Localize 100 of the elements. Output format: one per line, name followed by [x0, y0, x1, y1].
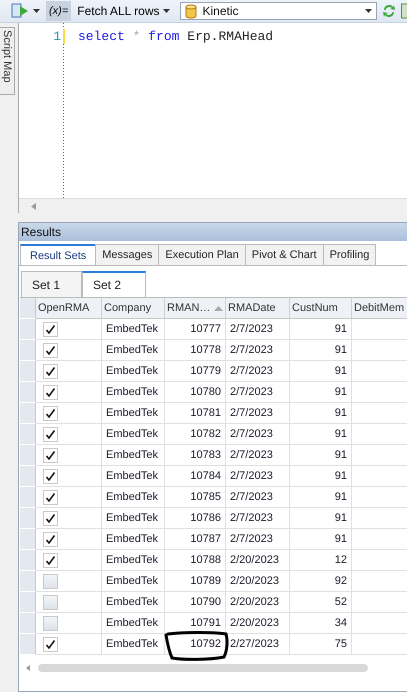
table-cell: EmbedTek — [102, 340, 165, 361]
row-header[interactable] — [20, 634, 36, 655]
left-arrow-icon[interactable] — [26, 665, 30, 671]
column-header[interactable]: Company — [102, 298, 165, 319]
caret-icon[interactable] — [33, 9, 40, 13]
table-cell: EmbedTek — [102, 361, 165, 382]
row-header[interactable] — [20, 340, 36, 361]
checkbox[interactable] — [43, 406, 58, 420]
row-header[interactable] — [20, 529, 36, 550]
tab[interactable]: Set 1 — [21, 271, 82, 297]
row-header[interactable] — [20, 613, 36, 634]
table-cell: 2/20/2023 — [226, 592, 290, 613]
tab[interactable]: Set 2 — [82, 271, 146, 297]
horizontal-scrollbar[interactable] — [19, 198, 407, 213]
table-cell: 2/7/2023 — [226, 361, 290, 382]
fetch-mode-dropdown[interactable]: Fetch ALL rows — [75, 4, 172, 18]
caret-icon — [162, 9, 170, 13]
checkbox[interactable] — [43, 636, 58, 652]
table-cell: EmbedTek — [102, 466, 165, 487]
checkbox[interactable] — [43, 574, 58, 588]
row-header[interactable] — [20, 508, 36, 529]
table-cell: 2/7/2023 — [226, 529, 290, 550]
tab[interactable]: Pivot & Chart — [244, 244, 324, 265]
table-cell: 2/7/2023 — [226, 403, 290, 424]
table-cell: 2/7/2023 — [226, 466, 290, 487]
checkbox[interactable] — [43, 510, 58, 526]
checkbox[interactable] — [43, 322, 58, 336]
run-script-icon[interactable] — [11, 3, 29, 19]
row-header[interactable] — [20, 466, 36, 487]
table-cell: EmbedTek — [102, 550, 165, 571]
table-cell: EmbedTek — [102, 634, 165, 655]
row-header[interactable] — [20, 445, 36, 466]
row-header[interactable] — [20, 550, 36, 571]
row-header[interactable] — [20, 424, 36, 445]
table-cell: 2/27/2023 — [226, 634, 290, 655]
refresh-icon[interactable] — [381, 3, 397, 19]
scrollbar-thumb[interactable] — [38, 664, 368, 672]
table-cell: 10777 — [165, 319, 226, 340]
table-cell: 2/7/2023 — [226, 445, 290, 466]
table-cell: EmbedTek — [102, 382, 165, 403]
table-cell: 75 — [290, 634, 352, 655]
row-header[interactable] — [20, 592, 36, 613]
code-editor[interactable]: 1 select * from Erp.RMAHead — [18, 23, 407, 213]
table-cell: 10792 — [165, 634, 226, 655]
left-arrow-icon[interactable] — [31, 202, 36, 210]
script-map-tab[interactable]: Script Map — [0, 27, 15, 95]
table-cell: 91 — [290, 361, 352, 382]
row-header[interactable] — [20, 382, 36, 403]
table-cell: 2/7/2023 — [226, 319, 290, 340]
tab[interactable]: Execution Plan — [158, 244, 246, 265]
table-cell: EmbedTek — [102, 487, 165, 508]
checkbox[interactable] — [43, 384, 58, 400]
database-name: Kinetic — [202, 4, 240, 18]
panel-icon[interactable] — [401, 3, 407, 19]
checkbox[interactable] — [43, 616, 58, 630]
checkbox[interactable] — [43, 594, 58, 610]
row-header[interactable] — [20, 319, 36, 340]
table-cell: 10781 — [165, 403, 226, 424]
checkbox[interactable] — [43, 426, 58, 442]
table-cell: EmbedTek — [102, 571, 165, 592]
checkbox[interactable] — [43, 552, 58, 568]
column-header[interactable]: DebitMem — [352, 298, 407, 319]
table-cell: 10787 — [165, 529, 226, 550]
table-cell: 91 — [290, 319, 352, 340]
table-cell: 91 — [290, 382, 352, 403]
tab[interactable]: Profiling — [322, 244, 376, 265]
table-cell: EmbedTek — [102, 592, 165, 613]
table-cell: EmbedTek — [102, 529, 165, 550]
panel-title: Results — [19, 223, 407, 241]
column-header[interactable]: OpenRMA — [36, 298, 102, 319]
table-cell: EmbedTek — [102, 508, 165, 529]
column-header[interactable]: RMADate — [226, 298, 290, 319]
row-header[interactable] — [20, 487, 36, 508]
table-cell: 10786 — [165, 508, 226, 529]
checkbox[interactable] — [43, 448, 58, 462]
checkbox[interactable] — [43, 364, 58, 378]
table-cell: 91 — [290, 445, 352, 466]
table-cell: 91 — [290, 340, 352, 361]
tab[interactable]: Result Sets — [20, 244, 96, 265]
tab[interactable]: Messages — [95, 244, 160, 265]
table-cell: 2/20/2023 — [226, 550, 290, 571]
table-cell: 91 — [290, 487, 352, 508]
variables-button[interactable]: (x)= — [46, 1, 72, 21]
column-header[interactable]: RMAN… — [165, 298, 226, 319]
table-cell: 2/7/2023 — [226, 382, 290, 403]
checkbox[interactable] — [43, 468, 58, 484]
table-cell: 10785 — [165, 487, 226, 508]
row-header[interactable] — [20, 361, 36, 382]
table-cell: 2/20/2023 — [226, 613, 290, 634]
table-cell: 2/7/2023 — [226, 487, 290, 508]
database-dropdown[interactable]: Kinetic — [180, 2, 377, 20]
table-cell: 2/7/2023 — [226, 424, 290, 445]
table-cell: 91 — [290, 466, 352, 487]
table-cell: EmbedTek — [102, 613, 165, 634]
checkbox[interactable] — [43, 342, 58, 358]
checkbox[interactable] — [43, 532, 58, 546]
checkbox[interactable] — [43, 490, 58, 504]
row-header[interactable] — [20, 403, 36, 424]
row-header[interactable] — [20, 571, 36, 592]
column-header[interactable]: CustNum — [290, 298, 352, 319]
